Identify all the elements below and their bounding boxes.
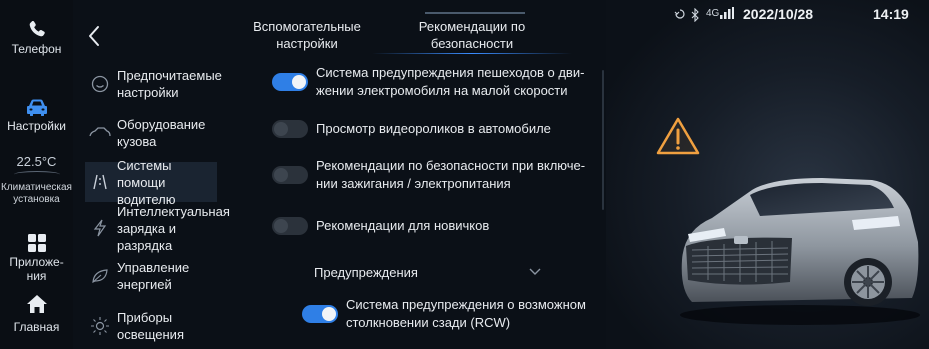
dock-settings-label: Настройки: [7, 119, 66, 133]
dock-phone-label: Телефон: [11, 42, 62, 56]
home-icon: [26, 295, 47, 313]
menu-label-lighting: Приборы освещения: [117, 310, 184, 342]
network-type: 4G: [706, 8, 720, 19]
car-settings-icon: [26, 99, 47, 116]
dock-phone[interactable]: Телефон: [0, 18, 73, 56]
phone-icon: [29, 20, 45, 37]
menu-item-driver-assist[interactable]: Системы помощи водителю: [85, 158, 217, 207]
menu-label-body-equipment: Оборудование кузова: [117, 117, 206, 149]
setting-row-rcw: Система предупреждения о возможном столк…: [302, 296, 586, 332]
dock-home-label: Главная: [13, 320, 60, 334]
apps-grid-icon: [27, 234, 46, 252]
menu-label-driver-assist: Системы помощи водителю: [117, 157, 176, 207]
chevron-down-icon: [529, 268, 541, 275]
setting-row-pedestrian-warning: Система предупреждения пешеходов о дви- …: [272, 64, 584, 100]
dock-apps[interactable]: Приложе- ния: [0, 233, 73, 283]
toggle-rcw[interactable]: [302, 305, 338, 323]
tab-safety-recommendations[interactable]: Рекомендации по безопасности: [402, 18, 542, 52]
menu-item-charging[interactable]: Интеллектуальная зарядка и разрядка: [85, 204, 230, 253]
vehicle-image: [680, 178, 920, 325]
dock-home[interactable]: Главная: [0, 294, 73, 334]
tab-assist-settings[interactable]: Вспомогательные настройки: [252, 18, 362, 52]
status-time: 14:19: [873, 6, 909, 22]
menu-item-lighting[interactable]: Приборы освещения: [85, 306, 217, 346]
menu-item-energy[interactable]: Управление энергией: [85, 256, 217, 296]
toggle-video[interactable]: [272, 120, 308, 138]
menu-item-body-equipment[interactable]: Оборудование кузова: [85, 113, 217, 153]
label-rcw: Система предупреждения о возможном столк…: [346, 297, 586, 330]
car-infotainment-screen: Телефон Настройки 22.5°C Климатическая у…: [0, 0, 929, 349]
menu-item-preferences[interactable]: Предпочитаемые настройки: [85, 64, 222, 104]
dock-climate-label: Климатическая установка: [1, 182, 72, 205]
toggle-newbie[interactable]: [272, 217, 308, 235]
light-icon: [89, 315, 111, 337]
dock-settings[interactable]: Настройки: [0, 97, 73, 133]
charge-icon: [89, 217, 111, 239]
active-tab-underline: [372, 53, 572, 54]
signal-strength-icon: [720, 7, 734, 19]
back-chevron-icon[interactable]: [85, 24, 105, 48]
smile-icon: [89, 73, 111, 95]
lane-assist-icon: [89, 171, 111, 193]
climate-arc: [13, 171, 60, 178]
leaf-icon: [89, 265, 111, 287]
car-body-icon: [89, 122, 111, 144]
toggle-pedestrian-warning[interactable]: [272, 73, 308, 91]
label-video: Просмотр видеороликов в автомобиле: [316, 121, 551, 136]
menu-label-energy: Управление энергией: [117, 260, 190, 292]
toggle-ignition-safety[interactable]: [272, 166, 308, 184]
label-newbie: Рекомендации для новичков: [316, 218, 490, 233]
dock-climate[interactable]: 22.5°C Климатическая установка: [0, 154, 73, 206]
temperature-value: 22.5°C: [16, 154, 57, 169]
bluetooth-icon: [691, 8, 699, 22]
warnings-dropdown-label: Предупреждения: [314, 264, 418, 280]
dock-apps-label: Приложе- ния: [9, 255, 64, 283]
warnings-dropdown[interactable]: Предупреждения: [300, 256, 558, 288]
label-pedestrian-warning: Система предупреждения пешеходов о дви- …: [316, 65, 585, 98]
tab-handle: [425, 12, 525, 14]
menu-label-charging: Интеллектуальная зарядка и разрядка: [117, 203, 230, 253]
status-date: 2022/10/28: [743, 6, 814, 22]
setting-row-video: Просмотр видеороликов в автомобиле: [272, 120, 551, 138]
scrollbar[interactable]: [602, 70, 604, 210]
menu-label-preferences: Предпочитаемые настройки: [117, 68, 222, 100]
setting-row-newbie: Рекомендации для новичков: [272, 217, 489, 235]
left-dock: Телефон Настройки 22.5°C Климатическая у…: [0, 0, 73, 349]
location-icon: [674, 9, 685, 19]
setting-row-ignition-safety: Рекомендации по безопасности при включе-…: [272, 157, 585, 193]
label-ignition-safety: Рекомендации по безопасности при включе-…: [316, 158, 586, 191]
